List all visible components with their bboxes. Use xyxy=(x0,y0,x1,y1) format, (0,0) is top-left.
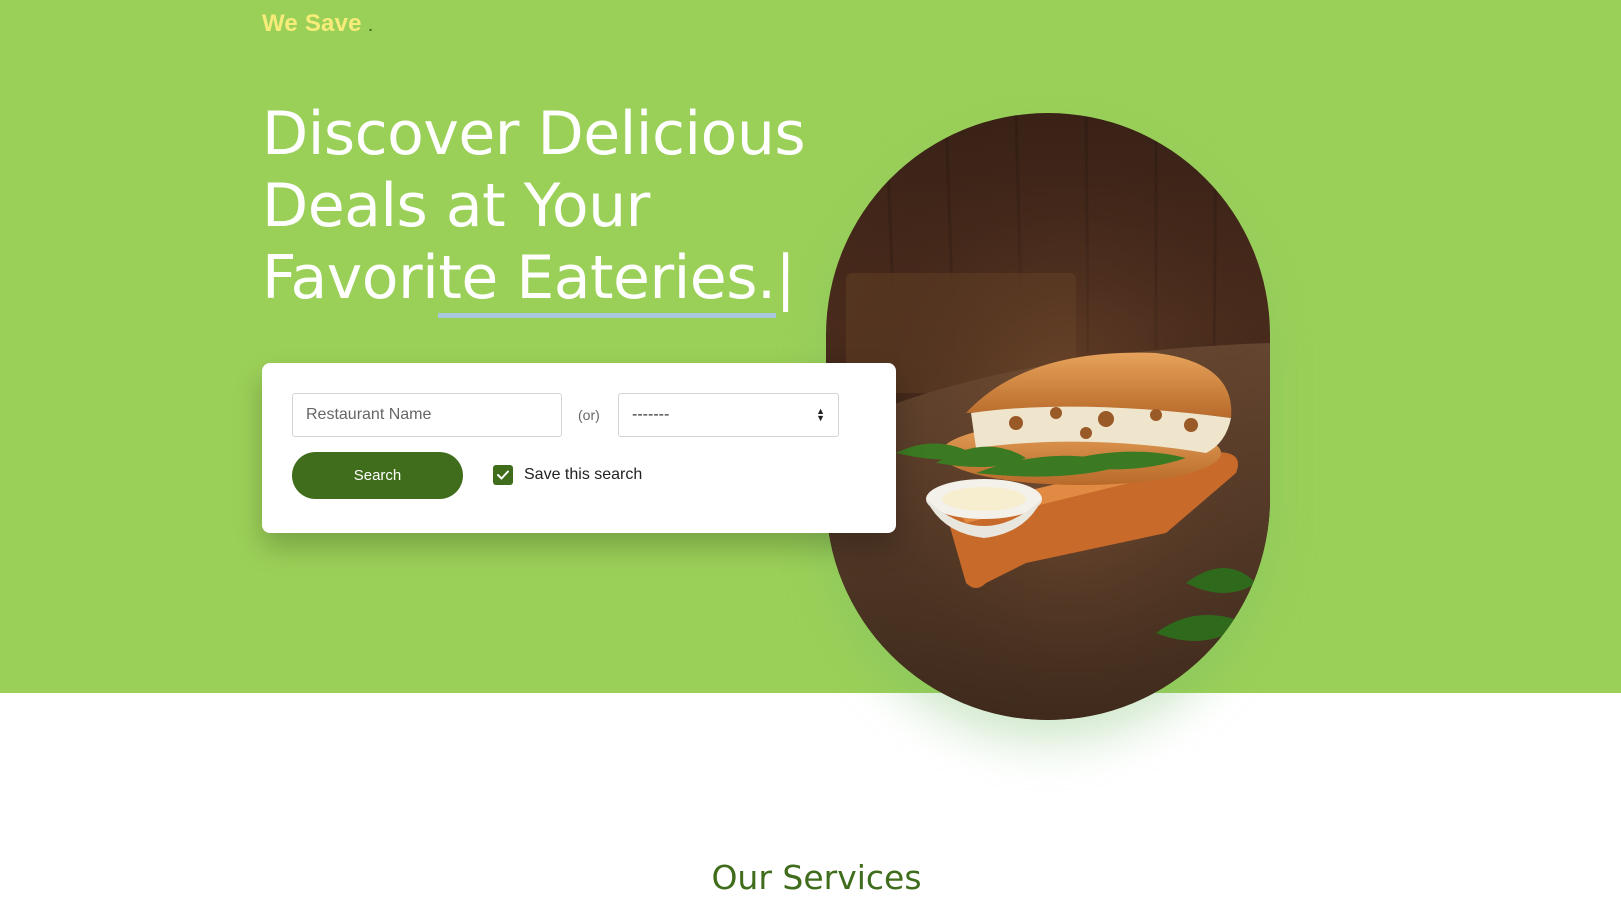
or-separator: (or) xyxy=(578,407,600,423)
checkmark-icon xyxy=(497,470,509,480)
headline-line-1: Discover Delicious xyxy=(262,99,806,169)
save-search-label: Save this search xyxy=(524,466,643,483)
typing-caret: | xyxy=(775,243,796,313)
page: We Save . Discover Delicious Deals at Yo… xyxy=(0,0,1621,905)
services-heading: Our Services xyxy=(711,858,922,897)
brand-dot: . xyxy=(368,18,373,34)
headline-highlight: te Eateries. xyxy=(438,243,776,318)
hero-section: We Save . Discover Delicious Deals at Yo… xyxy=(0,0,1621,720)
search-card: (or) ------- ▲▼ Search Save this search xyxy=(262,363,896,533)
search-button[interactable]: Search xyxy=(292,452,463,499)
brand-logo[interactable]: We Save . xyxy=(262,10,373,38)
restaurant-name-input[interactable] xyxy=(292,393,562,437)
headline-line-3: Favorite Eateries.| xyxy=(262,242,862,318)
select-arrows-icon: ▲ ▼ xyxy=(816,406,825,423)
save-search-option[interactable]: Save this search xyxy=(493,465,642,485)
hero-headline: Discover Delicious Deals at Your Favorit… xyxy=(262,98,862,318)
category-select[interactable]: ------- ▲ ▼ xyxy=(618,393,839,437)
headline-line-3-prefix: Favori xyxy=(262,243,439,313)
category-select-value: ------- xyxy=(632,406,670,423)
headline-line-2: Deals at Your xyxy=(262,171,650,241)
brand-name: We Save xyxy=(262,10,362,37)
save-search-checkbox[interactable] xyxy=(493,465,513,485)
